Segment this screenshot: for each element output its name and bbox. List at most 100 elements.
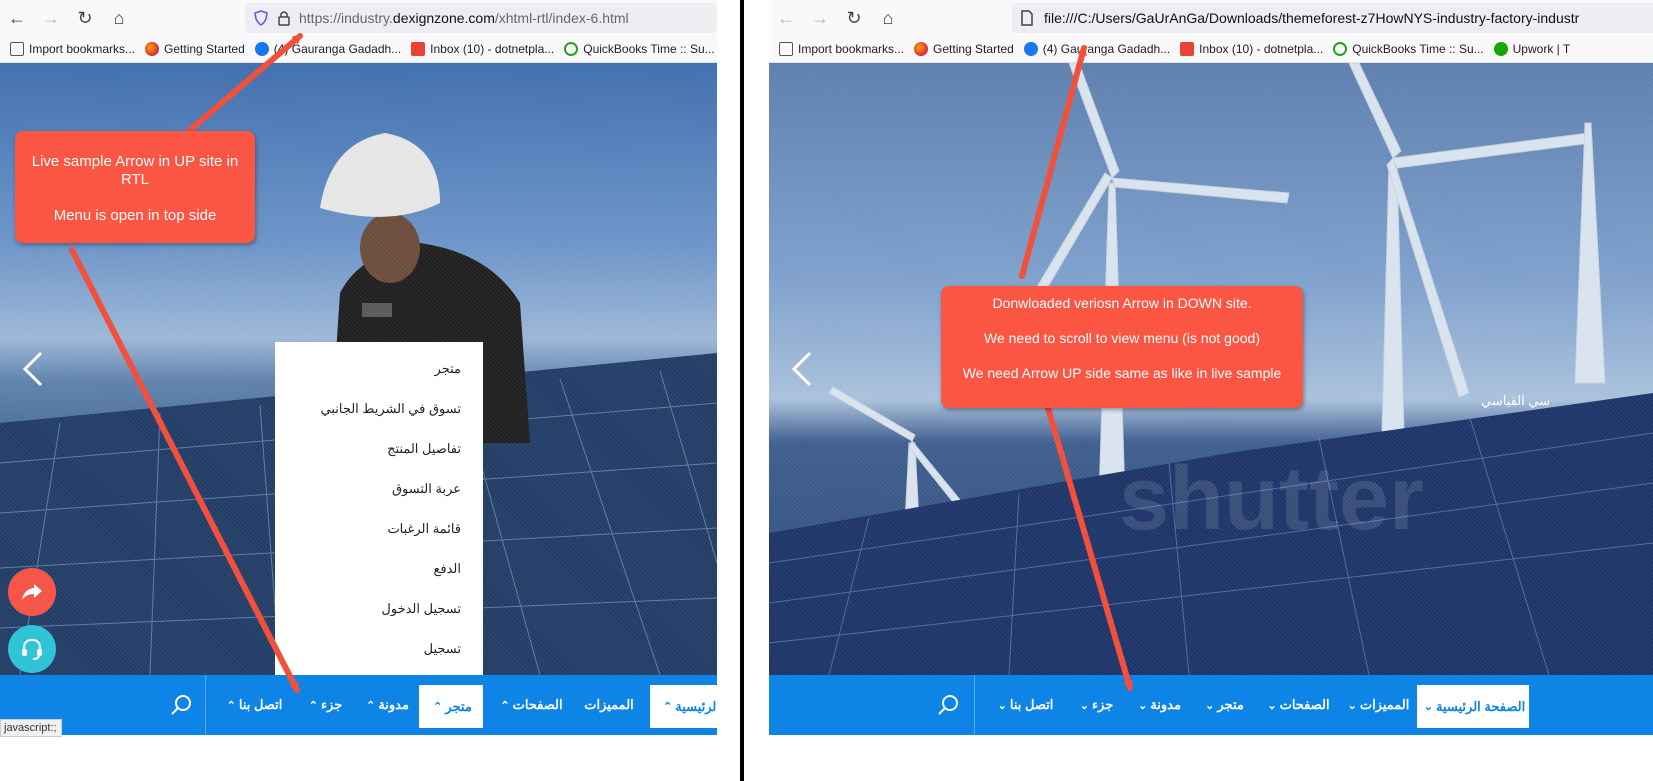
page-below (0, 735, 717, 781)
watermark-text: shutter (1119, 449, 1425, 549)
nav-item-element[interactable]: ⌄ جزء (1067, 675, 1123, 735)
hero-caption: سي القياسي (1481, 393, 1551, 408)
shop-dropdown-menu: متجر تسوق في الشريط الجانبي تفاصيل المنت… (275, 342, 483, 675)
bookmark-getting-started[interactable]: Getting Started (914, 42, 1014, 56)
chevron-up-icon: ⌃ (433, 701, 443, 713)
firefox-icon (145, 42, 160, 56)
reload-icon[interactable]: ↻ (837, 0, 871, 36)
support-button[interactable] (8, 625, 56, 673)
nav-item-pages[interactable]: ⌃ الصفحات (492, 675, 568, 735)
slider-prev-arrow-icon[interactable] (791, 351, 813, 387)
bookmark-label: Getting Started (933, 42, 1014, 56)
main-navbar: ⌄ الصفحة الرئيسية ⌄ المميزات ⌄ الصفحات ⌄ متج… (769, 675, 1653, 735)
chevron-up-icon: ⌃ (366, 699, 376, 712)
dropdown-item[interactable]: الدفع (433, 561, 461, 577)
bookmark-label: (4) Gauranga Gadadh... (1042, 42, 1171, 56)
dropdown-item[interactable]: تفاصيل المنتج (387, 441, 461, 457)
shield-icon (254, 10, 268, 26)
bookmark-label: QuickBooks Time :: Su... (1352, 42, 1484, 56)
bookmark-import[interactable]: Import bookmarks... (10, 42, 135, 56)
bookmark-gmail[interactable]: Inbox (10) - dotnetpla... (411, 42, 554, 56)
home-icon[interactable]: ⌂ (871, 0, 905, 36)
nav-label: جزء (320, 697, 343, 712)
import-icon (10, 42, 24, 56)
left-callout: Live sample Arrow in UP site in RTL Menu… (15, 131, 255, 243)
chevron-down-icon: ⌄ (1079, 699, 1089, 712)
page-below (769, 735, 1653, 781)
import-icon (779, 42, 793, 56)
nav-item-pages[interactable]: ⌄ الصفحات (1257, 675, 1337, 735)
nav-label: اتصل بنا (238, 697, 283, 712)
nav-item-home[interactable]: ⌄ الصفحة الرئيسية (1417, 685, 1529, 728)
callout-text: Live sample Arrow in UP site in RTL (31, 153, 239, 188)
home-icon[interactable]: ⌂ (102, 0, 136, 36)
bookmark-label: Getting Started (164, 42, 245, 56)
address-bar[interactable]: file:///C:/Users/GaUrAnGa/Downloads/them… (1012, 3, 1653, 33)
chevron-up-icon: ⌃ (663, 701, 673, 713)
headset-icon (22, 638, 42, 660)
bookmark-label: Import bookmarks... (29, 42, 136, 56)
nav-label: متجر (1217, 697, 1244, 712)
chevron-down-icon: ⌄ (1347, 699, 1357, 712)
nav-item-blog[interactable]: ⌄ مدونة (1127, 675, 1189, 735)
dropdown-item[interactable]: تسجيل (424, 641, 461, 657)
chevron-down-icon: ⌄ (1423, 701, 1434, 713)
chevron-down-icon: ⌄ (997, 699, 1007, 712)
bookmark-quickbooks[interactable]: QuickBooks Time :: Su... (1333, 42, 1484, 56)
nav-label: الصفحات (1279, 697, 1330, 712)
address-bar[interactable]: https://industry. dexignzone.com/xhtml-rt… (245, 3, 717, 33)
bookmark-upwork[interactable]: Upwork | T (1493, 42, 1571, 56)
slider-prev-arrow-icon[interactable] (22, 351, 44, 387)
dropdown-item[interactable]: تسوق في الشريط الجانبي (320, 401, 461, 417)
nav-item-element[interactable]: ⌃ جزء (296, 675, 352, 735)
nav-label: الصفحات (512, 697, 563, 712)
callout-text: Menu is open in top side (53, 207, 217, 224)
bookmark-facebook[interactable]: (4) Gauranga Gadadh... (254, 42, 401, 56)
nav-label: جزء (1091, 697, 1114, 712)
dropdown-item[interactable]: تسجيل الدخول (381, 601, 461, 617)
chevron-up-icon: ⌃ (226, 699, 236, 712)
nav-item-features[interactable]: المميزات (572, 675, 646, 735)
dropdown-item[interactable]: قائمة الرغبات (387, 521, 461, 537)
nav-label: متجر (445, 698, 472, 714)
bookmark-getting-started[interactable]: Getting Started (145, 42, 245, 56)
bookmark-gmail[interactable]: Inbox (10) - dotnetpla... (1180, 42, 1323, 56)
dropdown-item[interactable]: متجر (435, 361, 461, 377)
nav-item-shop[interactable]: ⌄ متجر (1193, 675, 1253, 735)
bookmark-facebook[interactable]: (4) Gauranga Gadadh... (1023, 42, 1171, 56)
bookmark-import[interactable]: Import bookmarks... (779, 42, 904, 56)
callout-text: Donwloaded veriosn Arrow in DOWN site. (992, 295, 1252, 311)
callout-text: We need Arrow UP side same as like in li… (962, 365, 1282, 381)
nav-label: اتصل بنا (1009, 697, 1054, 712)
back-icon[interactable]: ← (0, 0, 34, 36)
quickbooks-icon (1333, 42, 1348, 56)
bookmark-label: Import bookmarks... (798, 42, 905, 56)
nav-item-contact[interactable]: ⌃ اتصل بنا (214, 675, 292, 735)
dropdown-item[interactable]: عربة التسوق (392, 481, 461, 497)
nav-item-blog[interactable]: ⌃ مدونة (357, 675, 415, 735)
nav-label: الرئيسية (675, 698, 717, 714)
search-icon[interactable] (170, 693, 194, 717)
nav-item-home[interactable]: ⌃ الرئيسية (650, 685, 717, 728)
bookmark-label: Upwork | T (1512, 42, 1571, 56)
nav-divider (205, 675, 206, 735)
share-button[interactable] (8, 568, 56, 616)
back-icon[interactable]: ← (769, 0, 803, 36)
share-arrow-icon (22, 584, 42, 600)
nav-item-features[interactable]: ⌄ المميزات (1341, 675, 1413, 735)
facebook-icon (1023, 42, 1038, 56)
firefox-icon (914, 42, 929, 56)
right-callout: Donwloaded veriosn Arrow in DOWN site. W… (941, 286, 1303, 408)
chevron-up-icon: ⌃ (500, 699, 510, 712)
bookmark-quickbooks[interactable]: QuickBooks Time :: Su... (564, 42, 715, 56)
status-bar: javascript:; (0, 719, 62, 737)
forward-icon[interactable]: → (34, 0, 68, 36)
reload-icon[interactable]: ↻ (68, 0, 102, 36)
bookmark-label: Inbox (10) - dotnetpla... (430, 42, 555, 56)
bookmarks-bar: Import bookmarks... Getting Started (4) … (0, 36, 717, 63)
nav-item-contact[interactable]: ⌄ اتصل بنا (985, 675, 1063, 735)
search-icon[interactable] (937, 693, 961, 717)
nav-item-shop[interactable]: ⌃ متجر (419, 685, 483, 728)
gmail-icon (1180, 42, 1195, 56)
forward-icon[interactable]: → (803, 0, 837, 36)
